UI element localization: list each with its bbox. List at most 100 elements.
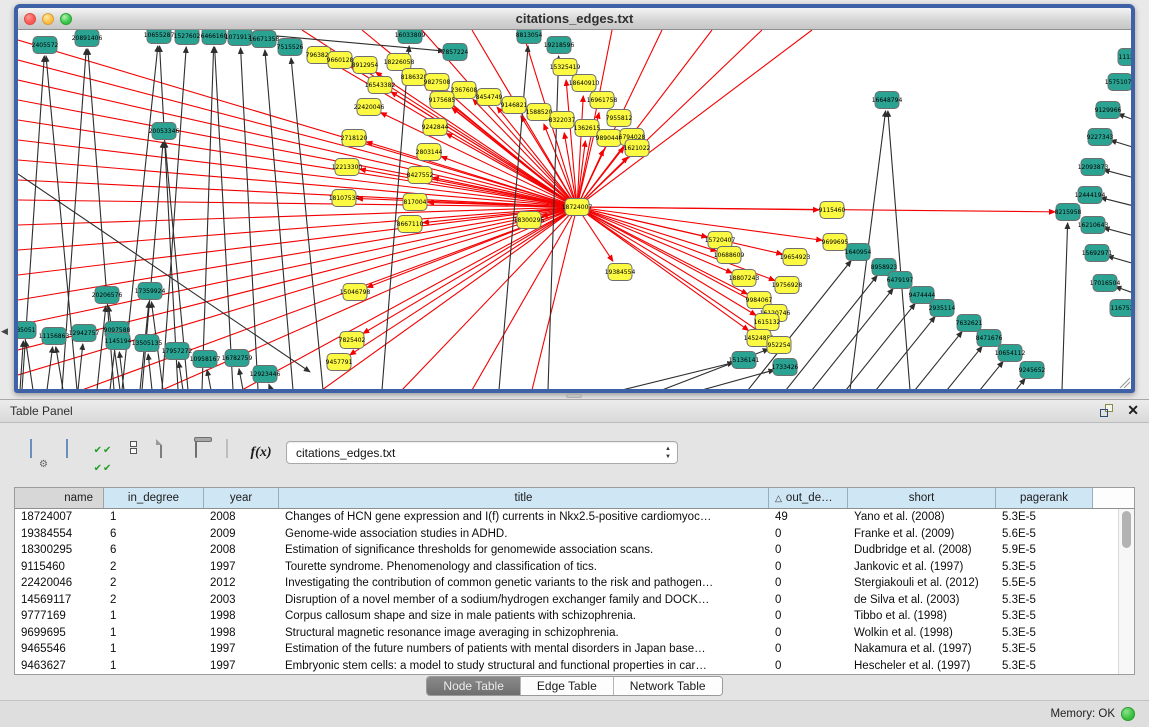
table-row[interactable]: 1456911722003Disruption of a novel membe… (15, 592, 1118, 609)
graph-node[interactable]: 9242844 (422, 119, 449, 136)
graph-node[interactable]: 952254 (767, 337, 791, 354)
graph-node[interactable]: 8322037 (549, 112, 576, 129)
cell[interactable]: 1 (104, 509, 204, 526)
cell[interactable]: 49 (769, 509, 848, 526)
graph-node[interactable]: 12213300 (332, 159, 363, 176)
graph-node[interactable]: 12444194 (1075, 187, 1106, 204)
graph-node[interactable]: 1621022 (624, 140, 651, 157)
graph-node[interactable]: 16648794 (872, 92, 903, 109)
column-header-pagerank[interactable]: pagerank (996, 488, 1093, 508)
graph-node[interactable]: 8912954 (352, 57, 379, 74)
cell[interactable]: Genome-wide association studies in ADHD. (279, 526, 769, 543)
cell[interactable]: 2009 (204, 526, 279, 543)
graph-node[interactable]: 19384554 (605, 264, 636, 281)
graph-node[interactable]: 1615132 (754, 314, 781, 331)
graph-node[interactable]: 2935114 (929, 300, 956, 317)
graph-node[interactable]: 18107534 (329, 190, 360, 207)
graph-node[interactable]: 16210643 (1078, 217, 1109, 234)
graph-node[interactable]: 18807243 (729, 270, 760, 287)
table-row[interactable]: 1830029562008Estimation of significance … (15, 542, 1118, 559)
graph-node[interactable]: 15136141 (729, 352, 760, 369)
cell[interactable]: 1 (104, 608, 204, 625)
show-columns-icon[interactable] (54, 440, 80, 466)
graph-node[interactable]: 2367608 (451, 82, 478, 99)
tab-edge-table[interactable]: Edge Table (521, 677, 614, 695)
cell[interactable]: Tourette syndrome. Phenomenology and cla… (279, 559, 769, 576)
graph-node[interactable]: 16782759 (222, 350, 253, 367)
graph-node[interactable]: 7632621 (956, 315, 983, 332)
cell[interactable]: 9463627 (15, 658, 104, 675)
cell[interactable]: Embryonic stem cells: a model to study s… (279, 658, 769, 675)
graph-node[interactable]: 17957272 (162, 343, 193, 360)
graph-node[interactable]: 8215958 (1055, 204, 1082, 221)
graph-node[interactable]: 1145194 (105, 333, 132, 350)
cell[interactable]: 0 (769, 592, 848, 609)
graph-node[interactable]: 19654923 (780, 249, 811, 266)
cell[interactable]: Dudbridge et al. (2008) (848, 542, 996, 559)
graph-node[interactable]: 11156863 (39, 328, 70, 345)
select-columns-icon[interactable]: ✔✔✔✔ (90, 440, 116, 466)
graph-node[interactable]: 9146821 (501, 97, 528, 114)
graph-node[interactable]: 20053346 (149, 123, 180, 140)
cell[interactable]: 5.3E-5 (996, 658, 1093, 675)
graph-node[interactable]: 817004 (403, 194, 427, 211)
cell[interactable]: Investigating the contribution of common… (279, 575, 769, 592)
cell[interactable]: 5.3E-5 (996, 592, 1093, 609)
graph-node[interactable]: 9699695 (822, 234, 849, 251)
graph-node[interactable]: 16033809 (395, 30, 426, 44)
row-height-icon[interactable] (120, 440, 146, 466)
cell[interactable]: 0 (769, 608, 848, 625)
cell[interactable]: 2008 (204, 542, 279, 559)
cell[interactable]: 0 (769, 641, 848, 658)
cell[interactable]: Hescheler et al. (1997) (848, 658, 996, 675)
cell[interactable]: 2008 (204, 509, 279, 526)
delete-column-icon[interactable] (183, 440, 209, 466)
cell[interactable]: Structural magnetic resonance image aver… (279, 625, 769, 642)
graph-node[interactable]: 8667110 (397, 216, 424, 233)
function-builder-icon[interactable]: f(x) (248, 440, 274, 466)
cell[interactable]: 5.6E-5 (996, 526, 1093, 543)
cell[interactable]: Nakamura et al. (1997) (848, 641, 996, 658)
graph-node[interactable]: 10655287 (144, 30, 175, 44)
cell[interactable]: 5.3E-5 (996, 559, 1093, 576)
cell[interactable]: 2 (104, 592, 204, 609)
cell[interactable]: 1997 (204, 658, 279, 675)
cell[interactable]: 1998 (204, 608, 279, 625)
cell[interactable]: 22420046 (15, 575, 104, 592)
collapse-panel-arrow-icon[interactable]: ◀ (1, 326, 8, 337)
cell[interactable]: 5.3E-5 (996, 625, 1093, 642)
table-row[interactable]: 1938455462009Genome-wide association stu… (15, 526, 1118, 543)
cell[interactable]: 9465546 (15, 641, 104, 658)
tab-node-table[interactable]: Node Table (427, 677, 521, 695)
cell[interactable]: de Silva et al. (2003) (848, 592, 996, 609)
column-header-title[interactable]: title (279, 488, 769, 508)
graph-node[interactable]: 18226058 (384, 54, 415, 71)
graph-node[interactable]: 12923446 (250, 366, 281, 383)
table-mode-icon[interactable]: ⚙ (18, 440, 44, 466)
graph-node[interactable]: 13505135 (132, 335, 163, 352)
graph-node[interactable]: 9175685 (429, 92, 456, 109)
cell[interactable]: 6 (104, 526, 204, 543)
cell[interactable]: 5.3E-5 (996, 608, 1093, 625)
cell[interactable]: 0 (769, 542, 848, 559)
cell[interactable]: 5.3E-5 (996, 509, 1093, 526)
cell[interactable]: Estimation of the future numbers of pati… (279, 641, 769, 658)
table-row[interactable]: 946554611997Estimation of the future num… (15, 641, 1118, 658)
cell[interactable]: Corpus callosum shape and size in male p… (279, 608, 769, 625)
new-column-icon[interactable] (148, 440, 174, 466)
cell[interactable]: 2012 (204, 575, 279, 592)
table-select-dropdown[interactable]: citations_edges.txt ▲▼ (286, 441, 678, 464)
cell[interactable]: 18724007 (15, 509, 104, 526)
graph-node[interactable]: 10958167 (190, 351, 221, 368)
graph-node[interactable]: 10688609 (714, 247, 745, 264)
cell[interactable]: 5.3E-5 (996, 641, 1093, 658)
graph-node[interactable]: 116753 (1110, 300, 1131, 317)
graph-node[interactable]: 7825402 (339, 332, 366, 349)
table-row[interactable]: 2242004622012Investigating the contribut… (15, 575, 1118, 592)
graph-node[interactable]: 7857224 (442, 44, 469, 61)
cell[interactable]: 0 (769, 625, 848, 642)
table-row[interactable]: 946362711997Embryonic stem cells: a mode… (15, 658, 1118, 675)
cell[interactable]: 14569117 (15, 592, 104, 609)
graph-node[interactable]: 9660128 (327, 52, 354, 69)
close-icon[interactable]: ✕ (1127, 402, 1139, 419)
